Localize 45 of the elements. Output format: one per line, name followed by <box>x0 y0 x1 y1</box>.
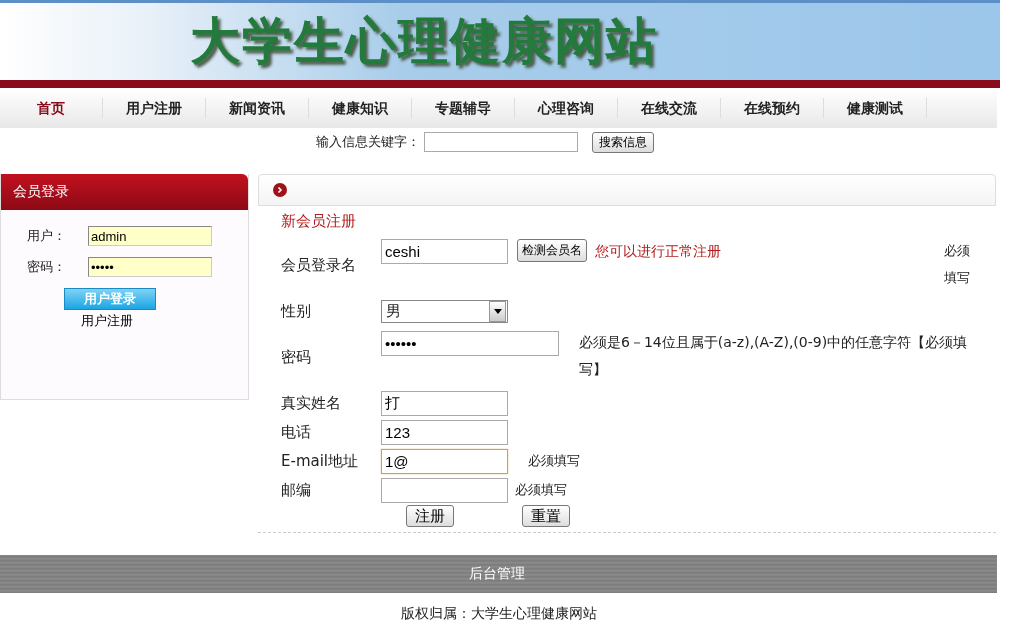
hint-text: 必须填写 <box>528 452 580 470</box>
input-field[interactable]: ••••• <box>88 257 212 277</box>
submit-button[interactable]: 注册 <box>406 505 454 527</box>
field-label: 密码 <box>281 346 312 368</box>
site-title: 大学生心理健康网站 <box>190 10 658 72</box>
password-field[interactable]: •••••• <box>381 331 559 356</box>
register-link[interactable]: 用户注册 <box>81 312 133 330</box>
admin-link[interactable]: 后台管理 <box>469 565 525 583</box>
field-label: 密码： <box>27 258 67 276</box>
hint-text: 必须是6－14位且属于(a-z),(A-Z),(0-9)中的任意字符【必须填写】 <box>579 333 969 379</box>
nav-link[interactable]: 首页 <box>0 98 103 118</box>
hint-text: 必须填写 <box>515 481 567 499</box>
input-field[interactable]: ceshi <box>381 239 508 264</box>
check-name-button[interactable]: 检测会员名 <box>517 239 587 262</box>
nav-link[interactable]: 用户注册 <box>103 98 206 118</box>
hint-text: 必须填写 <box>944 242 971 287</box>
arrow-bullet-icon <box>273 183 287 197</box>
nav-link[interactable]: 健康知识 <box>309 98 412 118</box>
field-label: 用户： <box>27 227 67 245</box>
input-field[interactable]: admin <box>88 226 212 246</box>
input-field[interactable]: 打 <box>381 390 508 416</box>
field-label: 真实姓名 <box>281 392 342 414</box>
reset-button[interactable]: 重置 <box>522 505 570 527</box>
field-label: E-mail地址 <box>281 450 360 472</box>
input-field[interactable] <box>381 477 508 503</box>
nav-link[interactable]: 专题辅导 <box>412 98 515 118</box>
search-label: 输入信息关键字： <box>315 133 420 151</box>
field-label: 会员登录名 <box>281 254 357 276</box>
field-label: 性别 <box>281 300 312 322</box>
nav-link[interactable]: 新闻资讯 <box>206 98 309 118</box>
form-title: 新会员注册 <box>281 212 356 231</box>
status-message: 您可以进行正常注册 <box>595 242 721 261</box>
search-field[interactable] <box>423 132 578 152</box>
input-field[interactable]: 123 <box>381 419 508 445</box>
field-label: 邮编 <box>281 479 312 501</box>
copyright-text: 版权归属：大学生心理健康网站 <box>400 605 597 621</box>
nav-link[interactable]: 心理咨询 <box>515 98 618 118</box>
search-button[interactable]: 搜索信息 <box>591 131 654 153</box>
gender-select[interactable]: 男 <box>381 299 508 323</box>
nav-link[interactable]: 在线交流 <box>618 98 721 118</box>
nav-link[interactable]: 健康测试 <box>824 98 927 118</box>
login-title: 会员登录 <box>13 183 69 201</box>
field-label: 电话 <box>281 421 312 443</box>
input-field[interactable]: 1@ <box>381 448 508 474</box>
nav-link[interactable]: 在线预约 <box>721 98 824 118</box>
